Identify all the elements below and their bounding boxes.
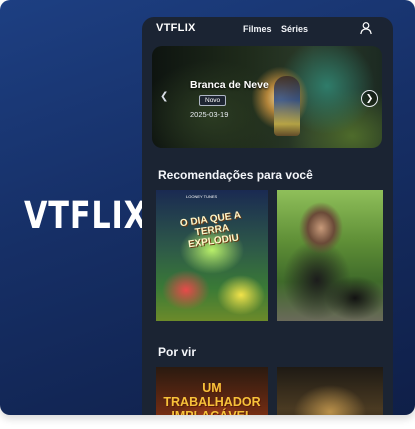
hero-banner[interactable]: ❮ Branca de Neve Novo 2025-03-19 ❯ (152, 46, 382, 148)
poster-title-art: UM TRABALHADOR IMPLACÁVEL (163, 381, 261, 415)
chevron-left-icon[interactable]: ❮ (160, 91, 168, 102)
user-icon[interactable] (359, 21, 373, 35)
hero-artwork (274, 76, 300, 136)
section-title-upcoming: Por vir (158, 345, 197, 359)
poster-title-art: O DIA QUE A TERRA EXPLODIU (179, 209, 242, 251)
new-badge: Novo (199, 95, 227, 106)
movie-poster[interactable] (277, 367, 383, 415)
app-screen: VTFLIX Filmes Séries ❮ Branca de Neve No… (142, 17, 393, 415)
poster-brand-label: LOONEY TUNES (186, 194, 218, 199)
movie-poster[interactable]: LOONEY TUNES O DIA QUE A TERRA EXPLODIU (156, 190, 268, 321)
chevron-right-icon[interactable]: ❯ (361, 90, 378, 107)
nav-filmes[interactable]: Filmes (243, 24, 272, 34)
movie-poster[interactable] (277, 190, 383, 321)
movie-poster[interactable]: UM TRABALHADOR IMPLACÁVEL (156, 367, 268, 415)
brand-title: VTFLIX (24, 194, 148, 237)
nav-series[interactable]: Séries (281, 24, 308, 34)
hero-release-date: 2025-03-19 (190, 110, 229, 119)
section-title-recommendations: Recomendações para você (158, 168, 313, 182)
top-navbar: VTFLIX Filmes Séries (142, 17, 393, 41)
hero-title: Branca de Neve (190, 79, 269, 91)
promo-card: VTFLIX VTFLIX Filmes Séries ❮ Branca de … (0, 0, 415, 415)
app-logo[interactable]: VTFLIX (156, 22, 196, 34)
